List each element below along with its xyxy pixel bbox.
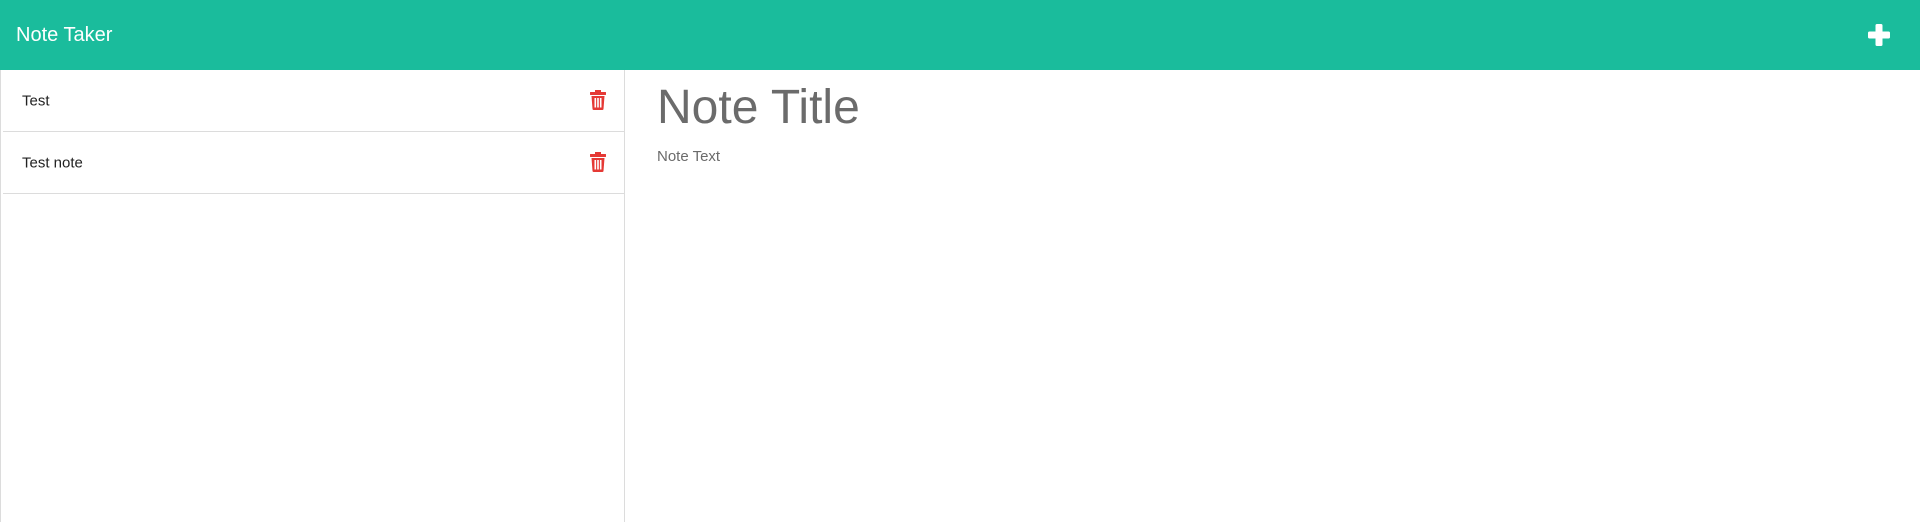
note-list-item-title: Test note — [22, 154, 83, 171]
trash-icon[interactable] — [590, 89, 606, 110]
note-list: Test Test note — [0, 70, 625, 522]
list-item[interactable]: Test note — [3, 132, 624, 194]
list-item[interactable]: Test — [3, 70, 624, 132]
note-title-input[interactable] — [657, 78, 1857, 138]
note-text-input[interactable] — [657, 148, 1857, 468]
note-editor — [625, 70, 1920, 522]
navbar: Note Taker — [0, 0, 1920, 70]
brand-title[interactable]: Note Taker — [16, 0, 112, 70]
plus-icon — [1868, 24, 1890, 46]
note-list-item-title: Test — [22, 92, 50, 109]
trash-icon[interactable] — [590, 151, 606, 172]
new-note-button[interactable] — [1864, 20, 1894, 50]
